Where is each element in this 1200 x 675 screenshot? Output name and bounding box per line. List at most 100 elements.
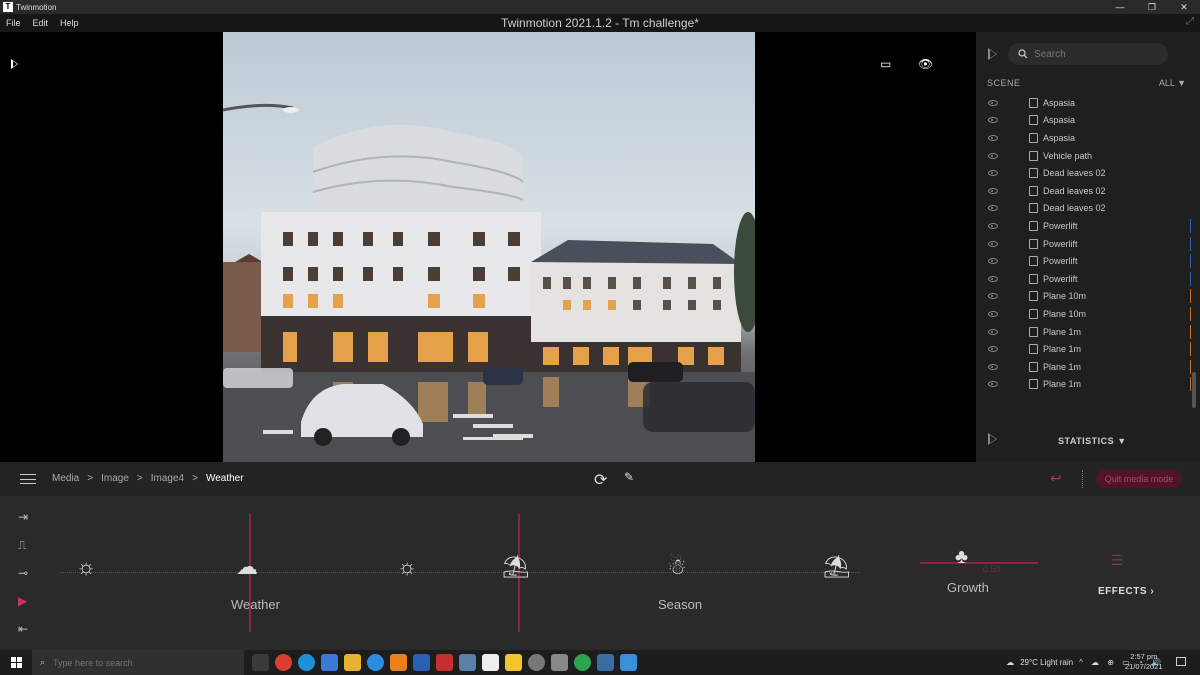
minimize-button[interactable]: — bbox=[1104, 0, 1136, 14]
scene-list-scrollbar[interactable] bbox=[1192, 372, 1196, 408]
hamburger-menu-icon[interactable] bbox=[20, 474, 36, 484]
mail-icon[interactable] bbox=[321, 654, 338, 671]
beach-icon[interactable]: ⛱ bbox=[502, 554, 530, 580]
cloud-icon[interactable]: ☁ bbox=[236, 554, 258, 580]
clock-time: 2:57 pm bbox=[1130, 652, 1158, 661]
scene-list-item[interactable]: Vehicle path bbox=[976, 147, 1200, 165]
visibility-eye-icon[interactable] bbox=[988, 170, 998, 177]
vlc-icon[interactable] bbox=[390, 654, 407, 671]
filter-label: ALL bbox=[1158, 78, 1175, 88]
effects-button[interactable]: EFFECTS › bbox=[1098, 586, 1154, 597]
scene-list-item[interactable]: Powerlift bbox=[976, 217, 1200, 235]
scene-list-item[interactable]: Plane 1m bbox=[976, 358, 1200, 376]
scene-list-item[interactable]: Aspasia bbox=[976, 94, 1200, 112]
taskbar-clock[interactable]: 2:57 pm 21/07/2021 bbox=[1125, 652, 1163, 672]
taskbar-weather[interactable]: 29°C Light rain bbox=[1020, 658, 1073, 667]
scene-list-item[interactable]: Plane 10m bbox=[976, 288, 1200, 306]
expand-left-panel-icon[interactable] bbox=[11, 59, 18, 69]
app-icon[interactable] bbox=[620, 654, 637, 671]
visibility-eye-icon[interactable] bbox=[988, 205, 998, 212]
twinmotion-taskbar-icon[interactable] bbox=[482, 654, 499, 671]
notification-icon[interactable] bbox=[1176, 657, 1186, 666]
settings-slider-icon[interactable]: ⊸ bbox=[18, 566, 28, 581]
eye-view-icon[interactable]: 👁 bbox=[918, 57, 933, 71]
import-icon[interactable]: ⇥ bbox=[18, 510, 28, 525]
filter-dropdown[interactable]: ALL ▼ bbox=[1159, 78, 1186, 88]
viewport[interactable]: ▭ 👁 bbox=[0, 32, 976, 462]
visibility-eye-icon[interactable] bbox=[988, 222, 998, 229]
task-view-icon[interactable] bbox=[252, 654, 269, 671]
collapse-sidebar-icon[interactable] bbox=[988, 48, 997, 60]
layer-color-mark bbox=[1190, 236, 1191, 251]
visibility-eye-icon[interactable] bbox=[988, 134, 998, 141]
media-icon[interactable]: ▶ bbox=[18, 594, 28, 609]
file-explorer-icon[interactable] bbox=[344, 654, 361, 671]
breadcrumb-image4[interactable]: Image4 bbox=[151, 473, 184, 484]
scene-list-item[interactable]: Plane 10m bbox=[976, 305, 1200, 323]
visibility-eye-icon[interactable] bbox=[988, 275, 998, 282]
word-icon[interactable] bbox=[413, 654, 430, 671]
edge-icon[interactable] bbox=[298, 654, 315, 671]
visibility-eye-icon[interactable] bbox=[988, 363, 998, 370]
growth-slider[interactable] bbox=[920, 562, 1038, 564]
windows-start-icon[interactable] bbox=[11, 657, 22, 668]
snowman-icon[interactable]: ☃ bbox=[667, 554, 687, 580]
scene-list-item[interactable]: Powerlift bbox=[976, 235, 1200, 253]
photos-icon[interactable] bbox=[597, 654, 614, 671]
search-box[interactable] bbox=[1008, 43, 1168, 65]
sticky-notes-icon[interactable] bbox=[505, 654, 522, 671]
taskbar-search-input[interactable] bbox=[53, 657, 234, 668]
refresh-icon[interactable]: ⟳ bbox=[594, 470, 607, 490]
visibility-eye-icon[interactable] bbox=[988, 381, 998, 388]
scene-list-item[interactable]: Aspasia bbox=[976, 129, 1200, 147]
context-icon[interactable]: ⎍ bbox=[18, 538, 28, 553]
app-icon[interactable] bbox=[551, 654, 568, 671]
visibility-eye-icon[interactable] bbox=[988, 293, 998, 300]
scene-list-item[interactable]: Plane 1m bbox=[976, 323, 1200, 341]
close-button[interactable]: ✕ bbox=[1168, 0, 1200, 14]
menu-edit[interactable]: Edit bbox=[33, 18, 49, 28]
scene-list-item[interactable]: Dead leaves 02 bbox=[976, 182, 1200, 200]
scene-list-item[interactable]: Dead leaves 02 bbox=[976, 200, 1200, 218]
app-icon[interactable] bbox=[459, 654, 476, 671]
visibility-eye-icon[interactable] bbox=[988, 258, 998, 265]
visibility-eye-icon[interactable] bbox=[988, 117, 998, 124]
scene-list-item[interactable]: Plane 1m bbox=[976, 376, 1200, 394]
aspect-ratio-icon[interactable]: ▭ bbox=[880, 57, 891, 71]
statistics-dropdown[interactable]: STATISTICS ▼ bbox=[1058, 436, 1127, 446]
scene-list-item[interactable]: Plane 1m bbox=[976, 340, 1200, 358]
scene-list-item[interactable]: Powerlift bbox=[976, 270, 1200, 288]
scene-list-item[interactable]: Powerlift bbox=[976, 252, 1200, 270]
menu-bar: File Edit Help bbox=[0, 14, 1200, 32]
expand-statistics-icon[interactable] bbox=[988, 433, 997, 445]
visibility-eye-icon[interactable] bbox=[988, 328, 998, 335]
maximize-button[interactable]: ❐ bbox=[1136, 0, 1168, 14]
chrome-icon[interactable] bbox=[275, 654, 292, 671]
media-player-icon[interactable] bbox=[528, 654, 545, 671]
visibility-eye-icon[interactable] bbox=[988, 187, 998, 194]
app-icon[interactable] bbox=[574, 654, 591, 671]
visibility-eye-icon[interactable] bbox=[988, 152, 998, 159]
app-icon[interactable] bbox=[367, 654, 384, 671]
visibility-eye-icon[interactable] bbox=[988, 346, 998, 353]
visibility-eye-icon[interactable] bbox=[988, 310, 998, 317]
taskbar-search[interactable]: ⌕ bbox=[32, 650, 244, 675]
eyedropper-icon[interactable]: ✎ bbox=[624, 470, 634, 484]
scene-list-item[interactable]: Aspasia bbox=[976, 112, 1200, 130]
breadcrumb-media[interactable]: Media bbox=[52, 473, 79, 484]
quit-media-mode-button[interactable]: Quit media mode bbox=[1096, 470, 1182, 488]
sun-icon[interactable]: ☼ bbox=[397, 554, 417, 580]
search-input[interactable] bbox=[1034, 48, 1154, 60]
menu-help[interactable]: Help bbox=[60, 18, 79, 28]
undo-icon[interactable]: ↩ bbox=[1050, 470, 1062, 487]
sun-icon[interactable]: ☼ bbox=[76, 554, 96, 580]
scene-list-item[interactable]: Dead leaves 02 bbox=[976, 164, 1200, 182]
fullscreen-icon[interactable]: ⤢ bbox=[1186, 16, 1194, 27]
visibility-eye-icon[interactable] bbox=[988, 99, 998, 106]
breadcrumb-image[interactable]: Image bbox=[101, 473, 129, 484]
ruby-icon[interactable] bbox=[436, 654, 453, 671]
visibility-eye-icon[interactable] bbox=[988, 240, 998, 247]
export-icon[interactable]: ⇤ bbox=[18, 622, 28, 637]
beach-icon[interactable]: ⛱ bbox=[823, 554, 851, 580]
menu-file[interactable]: File bbox=[6, 18, 21, 28]
